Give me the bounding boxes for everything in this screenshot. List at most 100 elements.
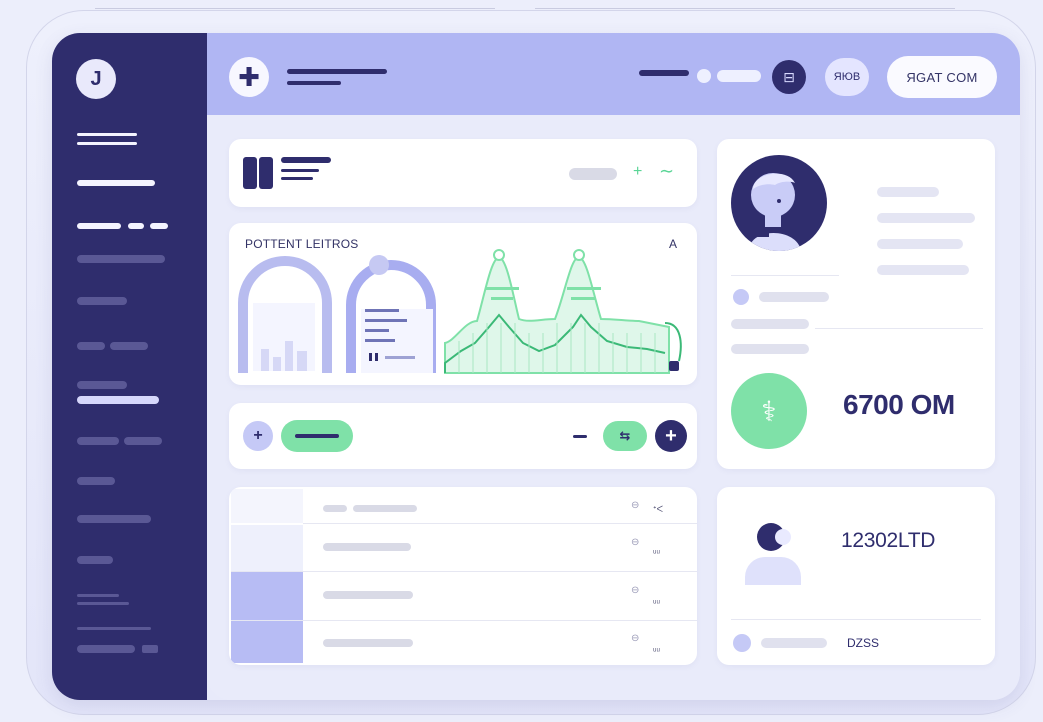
table-cell-row-3[interactable] (231, 621, 303, 663)
sidebar-footer-line-2 (77, 602, 129, 605)
sidebar-item-settings[interactable] (77, 515, 151, 523)
summary-card: 12302LTD DZSS (717, 487, 995, 665)
row-3-icon[interactable]: ⊖ (631, 585, 639, 596)
row-4-icon[interactable]: ⊖ (631, 633, 639, 644)
profile-divider-2 (815, 328, 983, 329)
sidebar-item-dashboard[interactable] (77, 180, 155, 186)
gauge-line-1 (365, 309, 399, 312)
add-icon[interactable]: ✚ (229, 57, 269, 97)
row-1-mini: ᐩᐸ (653, 504, 664, 514)
gauge-line-5 (385, 356, 415, 359)
row-1-icon[interactable]: ⊖ (631, 500, 639, 511)
gauge-bar-3 (285, 341, 293, 371)
sidebar-item-reports-tag (128, 223, 144, 229)
gauge-bar-4 (297, 351, 307, 371)
overview-sub-line-1 (281, 169, 319, 172)
avatar[interactable] (731, 155, 827, 251)
profile-status-line (759, 292, 829, 302)
header-title-line-2 (287, 81, 341, 85)
profile-card: ⚕ 6700 OM (717, 139, 995, 469)
overview-title-line (281, 157, 331, 163)
profile-meta-line-1 (731, 319, 809, 329)
header-title-line-1 (287, 69, 387, 74)
table-cell-header (231, 489, 303, 523)
header-search-pill[interactable] (717, 70, 761, 82)
background-line-right (535, 8, 955, 9)
sidebar-item-logout[interactable] (77, 645, 135, 653)
action-card: + ⇆ + (229, 403, 697, 469)
vitals-label-3 (567, 287, 601, 290)
row-2-cell-a (323, 543, 411, 551)
patient-chart-graphic (238, 249, 682, 374)
sidebar-item-patients[interactable] (77, 255, 165, 263)
row-2-icon[interactable]: ⊖ (631, 537, 639, 548)
gauge-bar-1 (261, 349, 269, 371)
sidebar-menu-line-2 (77, 142, 137, 145)
header-status-dot (697, 69, 711, 83)
avatar-illustration (749, 173, 801, 251)
header-nav-line (639, 70, 689, 76)
sidebar-item-team[interactable] (77, 477, 115, 485)
row-1-cell-a (323, 505, 347, 512)
dashboard-window: J ✚ ⊟ ЯЮВ ЯGAT COM + ∼ POTTENT LEITROS A… (52, 33, 1020, 700)
sidebar-item-messages[interactable] (77, 342, 105, 350)
gauge-line-2 (365, 319, 407, 322)
row-4-cell-a (323, 639, 413, 647)
patient-chart-card: POTTENT LEITROS A (229, 223, 697, 385)
sidebar-item-reports-count (150, 223, 168, 229)
gauge-arch-2-knob (369, 255, 389, 275)
sidebar-item-reports[interactable] (77, 223, 121, 229)
table-cell-row-1 (231, 525, 303, 571)
grid-icon[interactable]: ⊟ (772, 60, 806, 94)
summary-stat-value: 12302LTD (841, 529, 936, 552)
app-logo[interactable]: J (76, 59, 116, 99)
overview-filter-pill[interactable] (569, 168, 617, 180)
profile-contact-line (877, 265, 969, 275)
minus-icon[interactable] (573, 435, 587, 438)
gauge-bar-2 (273, 357, 281, 371)
overview-card: + ∼ (229, 139, 697, 207)
sidebar-item-help[interactable] (77, 556, 113, 564)
sidebar-item-messages-badge (110, 342, 148, 350)
sidebar-item-schedule[interactable] (77, 297, 127, 305)
sidebar-item-analytics[interactable] (77, 437, 119, 445)
link-pill[interactable]: ⇆ (603, 421, 647, 451)
table-divider-1 (303, 523, 697, 524)
gauge-line-3 (365, 329, 389, 332)
vitals-label-2 (491, 297, 513, 300)
sidebar-logout-icon[interactable] (142, 645, 158, 653)
sidebar-footer-line-1 (77, 594, 119, 597)
header-action-button[interactable]: ЯGAT COM (887, 56, 997, 98)
toggle-pill[interactable] (281, 420, 353, 452)
bar-icon-2 (259, 157, 273, 189)
plus-icon[interactable]: + (243, 421, 273, 451)
bar-icon-1 (243, 157, 257, 189)
table-divider-2 (231, 571, 697, 572)
profile-name-line (877, 187, 939, 197)
table-cell-row-2[interactable] (231, 572, 303, 620)
add-small-icon[interactable]: + (633, 163, 642, 181)
row-2-mini: ᵤᵤ (653, 545, 660, 555)
user-icon-accent (775, 529, 791, 545)
top-header: ✚ ⊟ ЯЮВ ЯGAT COM (207, 33, 1020, 115)
link-icon: ⇆ (619, 428, 631, 443)
sidebar-menu-line-1 (77, 133, 137, 136)
summary-dot (733, 634, 751, 652)
vitals-end-marker (669, 361, 679, 371)
profile-role-line (877, 213, 975, 223)
vitals-icon[interactable]: ⚕ (731, 373, 807, 449)
records-table: ⊖ ᐩᐸ ⊖ ᵤᵤ ⊖ ᵤᵤ ⊖ ᵤᵤ (229, 487, 697, 665)
vitals-peak-1 (493, 249, 505, 261)
table-divider-3 (231, 620, 697, 621)
add-circle-icon[interactable]: + (655, 420, 687, 452)
sidebar-item-analytics-tag (124, 437, 162, 445)
header-chip[interactable]: ЯЮВ (825, 58, 869, 96)
row-3-mini: ᵤᵤ (653, 595, 660, 605)
sidebar-item-billing[interactable] (77, 396, 159, 404)
overview-sub-line-2 (281, 177, 313, 180)
profile-stat-value: 6700 OM (843, 389, 955, 420)
user-icon-body (745, 557, 801, 585)
gauge-line-4 (365, 339, 395, 342)
row-1-cell-b (353, 505, 417, 512)
profile-status-dot (733, 289, 749, 305)
